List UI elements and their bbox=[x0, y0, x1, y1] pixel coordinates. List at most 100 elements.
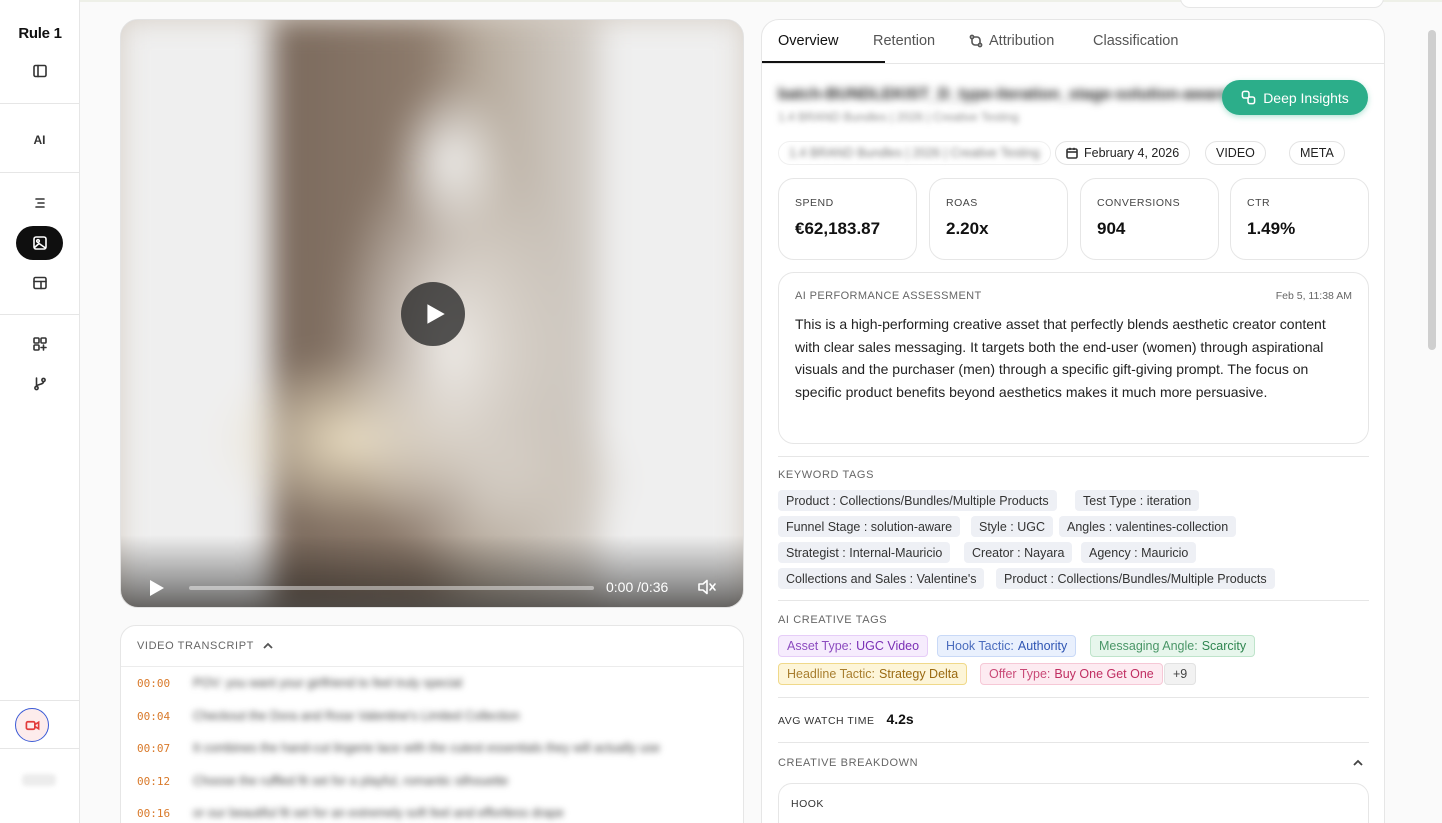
keyword-tag[interactable]: Funnel Stage : solution-aware bbox=[778, 516, 961, 537]
stat-card-conversions: CONVERSIONS 904 bbox=[1080, 178, 1219, 260]
add-widget-nav-button[interactable] bbox=[16, 327, 63, 361]
ai-performance-assessment: AI PERFORMANCE ASSESSMENT Feb 5, 11:38 A… bbox=[778, 272, 1369, 444]
ai-tag-headline-tactic[interactable]: Headline Tactic: Strategy Delta bbox=[778, 663, 968, 685]
layout-nav-button[interactable] bbox=[16, 266, 63, 300]
play-icon bbox=[427, 304, 445, 324]
transcript-header[interactable]: VIDEO TRANSCRIPT bbox=[121, 626, 743, 667]
keyword-tag[interactable]: Agency : Mauricio bbox=[1081, 542, 1197, 563]
keyword-tag[interactable]: Product : Collections/Bundles/Multiple P… bbox=[996, 568, 1275, 589]
transcript-row[interactable]: 00:12 Choose the ruffled fit set for a p… bbox=[137, 773, 508, 789]
format-chip: VIDEO bbox=[1205, 141, 1266, 165]
ai-tag-key: Offer Type: bbox=[989, 667, 1051, 681]
stat-value: 2.20x bbox=[946, 219, 989, 238]
keyword-tag[interactable]: Collections and Sales : Valentine's bbox=[778, 568, 985, 589]
video-camera-icon bbox=[25, 720, 39, 730]
ai-tag-hook-tactic[interactable]: Hook Tactic: Authority bbox=[937, 635, 1077, 657]
keyword-tag[interactable]: Product : Collections/Bundles/Multiple P… bbox=[778, 490, 1057, 511]
sidebar: Rule 1 AI ••••• bbox=[0, 0, 80, 823]
sidebar-toggle-button[interactable] bbox=[16, 54, 63, 88]
transcript-text: It combines the hand-cut lingerie lace w… bbox=[193, 741, 660, 755]
creative-breakdown-title[interactable]: CREATIVE BREAKDOWN bbox=[778, 757, 918, 769]
assessment-title: AI PERFORMANCE ASSESSMENT bbox=[795, 290, 982, 302]
top-search-field[interactable] bbox=[1180, 0, 1384, 8]
app-logo[interactable]: Rule 1 bbox=[0, 25, 80, 42]
transcript-row[interactable]: 00:16 or our beautiful fit set for an ex… bbox=[137, 805, 564, 821]
tab-attribution[interactable]: Attribution bbox=[969, 33, 1054, 49]
watch-time-value: 4.2s bbox=[886, 711, 914, 727]
avg-watch-time: AVG WATCH TIME 4.2s bbox=[778, 711, 914, 727]
campaign-chip[interactable]: 1.4 BRAND Bundles | 2026 | Creative Test… bbox=[778, 141, 1051, 165]
stat-label: ROAS bbox=[946, 197, 978, 209]
stat-value: €62,183.87 bbox=[795, 219, 881, 238]
record-video-button[interactable] bbox=[15, 708, 49, 742]
ai-tag-value: Scarcity bbox=[1201, 639, 1247, 653]
keyword-tags-title: KEYWORD TAGS bbox=[778, 469, 875, 481]
chevron-up-icon[interactable] bbox=[1352, 757, 1364, 769]
calendar-icon bbox=[1066, 147, 1078, 159]
ai-tag-key: Headline Tactic: bbox=[787, 667, 876, 681]
image-icon bbox=[32, 236, 47, 250]
assessment-date: Feb 5, 11:38 AM bbox=[1275, 290, 1352, 302]
mute-button[interactable] bbox=[697, 578, 717, 596]
transcript-text: Checkout the Dora and Rose Valentine's L… bbox=[193, 709, 520, 723]
transcript-timestamp: 00:04 bbox=[137, 709, 171, 723]
keyword-tag[interactable]: Test Type : iteration bbox=[1075, 490, 1200, 511]
sidebar-panel-icon bbox=[32, 64, 47, 78]
tab-label: Retention bbox=[873, 33, 936, 49]
watch-time-label: AVG WATCH TIME bbox=[778, 715, 875, 727]
tab-overview[interactable]: Overview bbox=[778, 33, 838, 49]
keyword-tag[interactable]: Creator : Nayara bbox=[964, 542, 1073, 563]
video-player[interactable]: 0:00 /0:36 bbox=[120, 19, 744, 608]
deep-insights-label: Deep Insights bbox=[1263, 89, 1349, 106]
grid-plus-icon bbox=[32, 337, 47, 351]
list-nav-button[interactable] bbox=[16, 186, 63, 220]
page-scrollbar[interactable] bbox=[1428, 30, 1436, 350]
transcript-text: POV: you want your girlfriend to feel tr… bbox=[193, 676, 463, 690]
transcript-row[interactable]: 00:00 POV: you want your girlfriend to f… bbox=[137, 675, 462, 691]
ai-tag-messaging-angle[interactable]: Messaging Angle: Scarcity bbox=[1090, 635, 1256, 657]
transcript-row[interactable]: 00:07 It combines the hand-cut lingerie … bbox=[137, 740, 660, 756]
tab-classification[interactable]: Classification bbox=[1093, 33, 1178, 49]
ai-nav-button[interactable]: AI bbox=[16, 123, 63, 157]
date-chip: February 4, 2026 bbox=[1055, 141, 1191, 165]
stat-label: SPEND bbox=[795, 197, 834, 209]
tab-label: Classification bbox=[1093, 33, 1179, 49]
ai-tags-more-button[interactable]: +9 bbox=[1164, 663, 1197, 685]
creatives-nav-button[interactable] bbox=[16, 226, 63, 260]
attribution-icon bbox=[969, 34, 983, 48]
chevron-up-icon[interactable] bbox=[262, 640, 274, 652]
detail-tabs: Overview Retention Attribution Classific… bbox=[762, 20, 1384, 64]
keyword-tag[interactable]: Style : UGC bbox=[971, 516, 1053, 537]
platform-chip: META bbox=[1289, 141, 1345, 165]
date-label: February 4, 2026 bbox=[1084, 146, 1180, 160]
format-label: VIDEO bbox=[1216, 146, 1255, 160]
ai-tag-key: Asset Type: bbox=[787, 639, 853, 653]
video-scrubber[interactable] bbox=[189, 586, 594, 590]
ai-tag-key: Messaging Angle: bbox=[1099, 639, 1198, 653]
section-divider bbox=[778, 697, 1369, 698]
sidebar-divider bbox=[0, 700, 80, 701]
creative-details-panel: Overview Retention Attribution Classific… bbox=[761, 19, 1385, 823]
transcript-timestamp: 00:00 bbox=[137, 676, 171, 690]
ai-tag-asset-type[interactable]: Asset Type: UGC Video bbox=[778, 635, 929, 657]
section-divider bbox=[778, 600, 1369, 601]
play-button[interactable] bbox=[149, 579, 165, 597]
stat-label: CONVERSIONS bbox=[1097, 197, 1181, 209]
transcript-row[interactable]: 00:04 Checkout the Dora and Rose Valenti… bbox=[137, 708, 520, 724]
keyword-tag[interactable]: Angles : valentines-collection bbox=[1059, 516, 1237, 537]
stat-value: 1.49% bbox=[1247, 219, 1296, 238]
transcript-timestamp: 00:16 bbox=[137, 806, 171, 820]
play-overlay-button[interactable] bbox=[401, 282, 465, 346]
tab-retention[interactable]: Retention bbox=[873, 33, 935, 49]
tab-label: Overview bbox=[778, 33, 839, 49]
insights-icon bbox=[1241, 90, 1256, 105]
keyword-tag[interactable]: Strategist : Internal-Mauricio bbox=[778, 542, 951, 563]
sidebar-footer: ••••• bbox=[22, 774, 56, 786]
section-divider bbox=[778, 456, 1369, 457]
sidebar-divider bbox=[0, 103, 80, 104]
deep-insights-button[interactable]: Deep Insights bbox=[1222, 80, 1368, 115]
branches-nav-button[interactable] bbox=[16, 367, 63, 401]
ai-tag-offer-type[interactable]: Offer Type: Buy One Get One bbox=[980, 663, 1163, 685]
stat-card-roas: ROAS 2.20x bbox=[929, 178, 1068, 260]
section-divider bbox=[778, 742, 1369, 743]
